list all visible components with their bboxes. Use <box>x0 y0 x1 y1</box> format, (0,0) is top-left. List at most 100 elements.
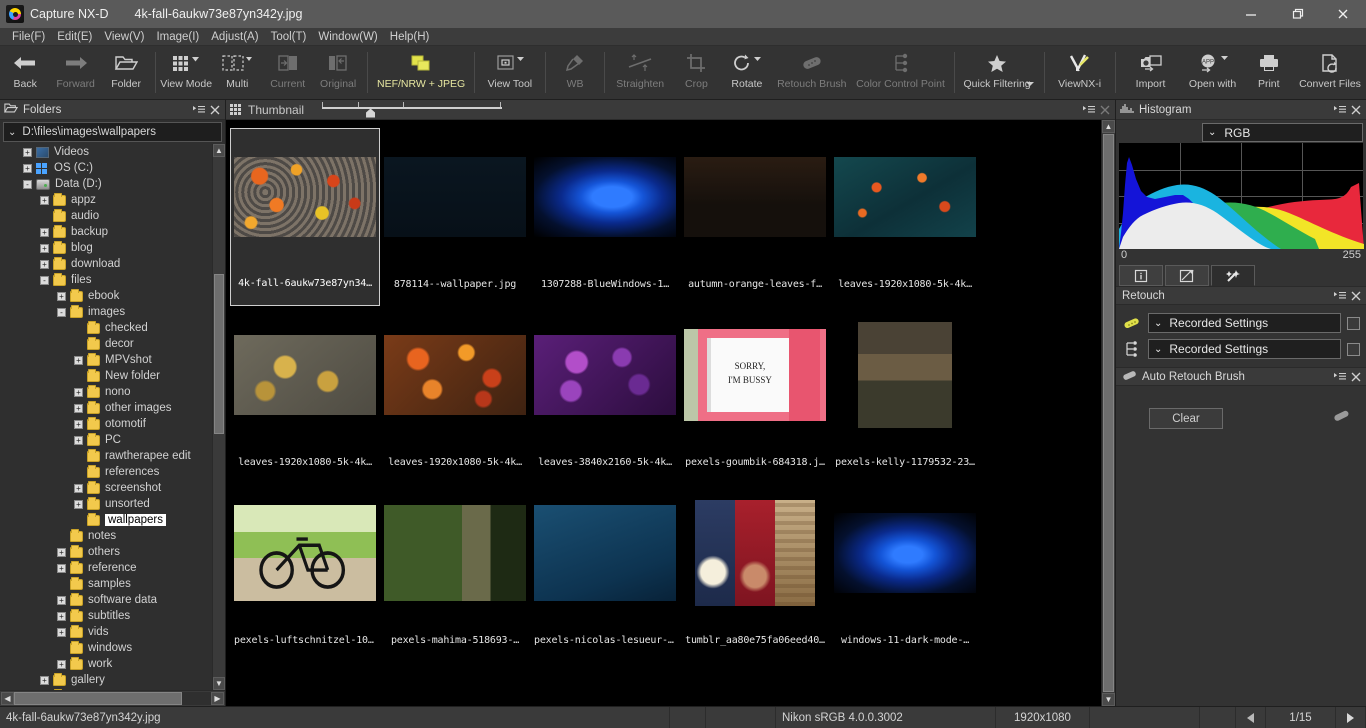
toolbar-forward-button[interactable]: Forward <box>50 46 100 99</box>
thumbnail-item-selected[interactable]: 4k-fall-6aukw73e87yn34… <box>230 128 380 306</box>
thumbnail-panel-close-button[interactable] <box>1097 102 1113 118</box>
menu-item-tool[interactable]: Tool(T) <box>265 28 313 46</box>
histogram-panel-menu-button[interactable] <box>1332 102 1348 118</box>
control-point-settings-combobox[interactable]: ⌄ Recorded Settings <box>1148 339 1341 359</box>
folder-tree[interactable]: + Videos + OS (C:) - Data (D:) + appz audio + back… <box>0 144 225 690</box>
thumbnail-item[interactable]: leaves-1920x1080-5k-4k… <box>380 306 530 484</box>
menu-item-window[interactable]: Window(W) <box>312 28 383 46</box>
scrollbar-thumb[interactable] <box>214 274 224 434</box>
folder-tree-item[interactable]: + software data <box>0 592 212 608</box>
thumbnail-item[interactable]: pexels-luftschnitzel-100… <box>230 484 380 662</box>
thumbnail-item[interactable]: tumblr_aa80e75fa06eed40… <box>680 484 830 662</box>
scroll-up-arrow-icon[interactable]: ▲ <box>1102 120 1115 133</box>
status-prev-button[interactable] <box>1236 707 1266 728</box>
tab-info[interactable] <box>1119 265 1163 286</box>
folder-path-combobox[interactable]: ⌄ D:\files\images\wallpapers <box>3 122 222 142</box>
expand-icon[interactable]: + <box>40 227 49 237</box>
expand-icon[interactable]: + <box>57 547 66 557</box>
expand-icon[interactable]: + <box>57 659 66 669</box>
folder-tree-item[interactable]: + Videos <box>0 144 212 160</box>
folder-tree-item[interactable]: + vids <box>0 624 212 640</box>
thumbnail-item[interactable]: SORRY, I'M BUSSY pexels-goumbik-684318.j… <box>680 306 830 484</box>
folder-tree-item[interactable]: audio <box>0 208 212 224</box>
folder-tree-item[interactable]: samples <box>0 576 212 592</box>
toolbar-import-button[interactable]: Import <box>1120 46 1182 99</box>
toolbar-open-with-button[interactable]: APP Open with <box>1182 46 1244 99</box>
toolbar-crop-button[interactable]: Crop <box>671 46 721 99</box>
collapse-icon[interactable]: - <box>23 179 32 189</box>
toolbar-wb-button[interactable]: WB <box>550 46 600 99</box>
folder-tree-item[interactable]: New folder <box>0 368 212 384</box>
folder-tree-item[interactable]: - Data (D:) <box>0 176 212 192</box>
folder-tree-item[interactable]: + download <box>0 256 212 272</box>
scroll-right-arrow-icon[interactable]: ▶ <box>211 692 224 705</box>
toolbar-straighten-button[interactable]: Straighten <box>609 46 671 99</box>
toolbar-multi-button[interactable]: Multi <box>212 46 262 99</box>
folder-tree-item[interactable]: + other images <box>0 400 212 416</box>
folder-tree-item[interactable]: + OS (C:) <box>0 160 212 176</box>
folder-tree-item[interactable]: + PC <box>0 432 212 448</box>
thumbnail-item[interactable]: 1307288-BlueWindows-1… <box>530 128 680 306</box>
toolbar-folder-button[interactable]: Folder <box>101 46 151 99</box>
folder-tree-vertical-scrollbar[interactable]: ▲ ▼ <box>212 144 225 690</box>
menu-item-image[interactable]: Image(I) <box>150 28 205 46</box>
scroll-down-arrow-icon[interactable]: ▼ <box>213 677 225 690</box>
histogram-channel-combobox[interactable]: ⌄ RGB <box>1202 123 1363 142</box>
toolbar-nef-jpeg-button[interactable]: NEF/NRW + JPEG <box>372 46 470 99</box>
thumbnail-item[interactable]: leaves-1920x1080-5k-4k… <box>230 306 380 484</box>
eraser-icon[interactable] <box>1332 408 1352 428</box>
toolbar-back-button[interactable]: Back <box>0 46 50 99</box>
thumbnail-size-slider[interactable] <box>322 100 503 120</box>
expand-icon[interactable]: + <box>40 675 49 685</box>
thumbnail-item[interactable]: windows-11-dark-mode-… <box>830 484 980 662</box>
folder-tree-horizontal-scrollbar[interactable]: ◀ ▶ <box>0 690 225 706</box>
expand-icon[interactable]: + <box>74 499 83 509</box>
thumbnail-item[interactable]: 878114--wallpaper.jpg <box>380 128 530 306</box>
expand-icon[interactable]: + <box>57 291 66 301</box>
folder-tree-item[interactable]: + ebook <box>0 288 212 304</box>
auto-retouch-section-menu-button[interactable] <box>1332 369 1348 385</box>
folder-tree-item[interactable]: - images <box>0 304 212 320</box>
folder-tree-item[interactable]: rawtherapee edit <box>0 448 212 464</box>
control-point-checkbox[interactable] <box>1347 342 1360 356</box>
scrollbar-thumb[interactable] <box>1103 134 1114 692</box>
auto-retouch-section-close-button[interactable] <box>1348 369 1364 385</box>
retouch-brush-settings-combobox[interactable]: ⌄ Recorded Settings <box>1148 313 1341 333</box>
thumbnail-item[interactable]: autumn-orange-leaves-f… <box>680 128 830 306</box>
toolbar-retouch-brush-button[interactable]: Retouch Brush <box>772 46 851 99</box>
folder-tree-item[interactable]: +IDrive <box>0 688 212 690</box>
folder-tree-item[interactable]: + screenshot <box>0 480 212 496</box>
toolbar-original-button[interactable]: Original <box>313 46 363 99</box>
expand-icon[interactable]: + <box>74 403 83 413</box>
toolbar-viewnx-button[interactable]: ViewNX-i <box>1049 46 1111 99</box>
folder-tree-item[interactable]: references <box>0 464 212 480</box>
scroll-down-arrow-icon[interactable]: ▼ <box>1102 693 1115 706</box>
menu-item-file[interactable]: File(F) <box>6 28 51 46</box>
folder-tree-item[interactable]: + otomotif <box>0 416 212 432</box>
expand-icon[interactable]: + <box>57 627 66 637</box>
retouch-brush-checkbox[interactable] <box>1347 316 1360 330</box>
folder-tree-item[interactable]: + unsorted <box>0 496 212 512</box>
expand-icon[interactable]: + <box>74 419 83 429</box>
folders-panel-menu-button[interactable] <box>191 102 207 118</box>
clear-button[interactable]: Clear <box>1149 408 1223 429</box>
thumbnail-panel-menu-button[interactable] <box>1081 102 1097 118</box>
folder-tree-item[interactable]: + blog <box>0 240 212 256</box>
folder-tree-item[interactable]: + appz <box>0 192 212 208</box>
toolbar-quick-filtering-button[interactable]: Quick Filtering <box>959 46 1036 99</box>
folder-tree-item[interactable]: decor <box>0 336 212 352</box>
folder-tree-item[interactable]: + backup <box>0 224 212 240</box>
thumbnail-item[interactable]: pexels-mahima-518693-… <box>380 484 530 662</box>
expand-icon[interactable]: + <box>74 483 83 493</box>
tab-retouch[interactable] <box>1211 265 1255 286</box>
close-button[interactable] <box>1320 0 1366 28</box>
toolbar-view-tool-button[interactable]: View Tool <box>479 46 541 99</box>
slider-knob[interactable] <box>366 108 376 118</box>
retouch-section-close-button[interactable] <box>1348 288 1364 304</box>
histogram-panel-close-button[interactable] <box>1348 102 1364 118</box>
expand-icon[interactable]: + <box>57 611 66 621</box>
expand-icon[interactable]: + <box>23 163 32 173</box>
folder-tree-item[interactable]: - files <box>0 272 212 288</box>
folder-tree-item[interactable]: + nono <box>0 384 212 400</box>
folder-tree-item[interactable]: + subtitles <box>0 608 212 624</box>
